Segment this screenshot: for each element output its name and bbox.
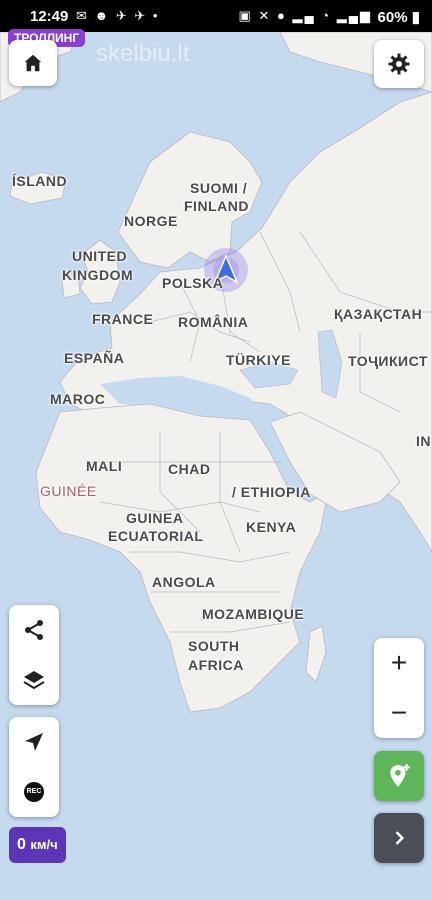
map-label-turkiye: TÜRKIYE [226,352,291,368]
dot-icon: • [152,8,160,23]
gear-icon [388,53,410,75]
map-label-kingdom: KINGDOM [62,267,134,283]
zoom-out-button[interactable]: − [374,688,424,738]
add-location-icon [390,764,410,787]
wifi-icon: ◔ [321,8,332,23]
rec-icon: REC [24,782,44,802]
home-button[interactable] [9,40,57,86]
map-label-finland: FINLAND [184,198,249,214]
map-label-angola: ANGOLA [152,574,216,590]
map-label-africa: AFRICA [188,657,244,673]
zoom-controls: + − [374,638,424,738]
map-label-chad: CHAD [168,461,211,477]
map-label-united: UNITED [72,248,128,264]
navigation-arrow-icon [25,733,43,751]
navigate-button[interactable] [9,717,59,767]
map-label-polska: POLSKA [162,275,224,291]
lock-icon: ▣ [238,8,253,23]
navigation-panel: REC [9,717,59,817]
map-label-maroc: MAROC [50,391,106,407]
map-label-france: FRANCE [92,311,154,327]
map-label-mali: MALI [86,458,123,474]
layers-button[interactable] [9,655,59,705]
map-canvas [0,32,432,900]
map-view[interactable]: skelbiu.lt ÍSLAND SUOMI / FINLAND NORGE … [0,32,432,900]
map-label-romania: ROMÂNIA [178,314,249,330]
battery-level: 60% ▮ [377,9,420,26]
settings-button[interactable] [374,40,424,88]
signal-icon: ▂▄ [292,8,316,23]
speed-unit: км/ч [30,837,58,852]
status-time: 12:49 [30,8,69,25]
system-icons: ▣ ✕ ● ▂▄ ◔ ▂▄▆ [239,8,372,24]
map-label-guinee: GUINÉE [40,483,97,499]
share-layers-panel [9,605,59,705]
map-label-south: SOUTH [188,638,240,654]
map-label-tojikiston: ТОҶИКИСТ [348,353,428,369]
notification-icons: ✉ ☻ ✈ ✈ • [76,8,159,24]
mute-icon: ✕ [258,8,272,23]
map-label-kazakhstan: ҚАЗАҚСТАН [334,306,423,322]
battery-icon: ▮ [411,9,420,26]
map-label-mozambique: MOZAMBIQUE [202,606,305,622]
add-location-button[interactable] [374,751,424,801]
map-label-suomi: SUOMI / [190,180,248,196]
status-bar: 12:49 ✉ ☻ ✈ ✈ • ▣ ✕ ● ▂▄ ◔ ▂▄▆ 60% ▮ [0,0,432,32]
plane-icon: ✈ [115,8,129,23]
map-label-island: ÍSLAND [12,173,68,189]
map-label-norge: NORGE [124,213,178,229]
share-icon [25,620,43,640]
map-label-ecuatorial: ECUATORIAL [108,528,204,544]
speed-value: 0 [17,836,26,853]
expand-button[interactable] [374,813,424,863]
watermark: skelbiu.lt [96,40,190,67]
location-icon: ● [276,8,287,23]
map-label-ethiopia: / ETHIOPIA [232,484,311,500]
map-label-guinea: GUINEA [126,510,184,526]
zoom-in-button[interactable]: + [374,638,424,688]
map-label-in: IN [416,433,431,449]
signal-icon: ▂▄▆ [336,8,372,23]
smile-icon: ☻ [94,8,111,23]
plane-icon: ✈ [134,8,148,23]
share-button[interactable] [9,605,59,655]
record-button[interactable]: REC [9,767,59,817]
chevron-right-icon [395,831,405,845]
mail-icon: ✉ [76,8,89,23]
map-label-espana: ESPAÑA [64,350,125,366]
map-label-kenya: KENYA [246,519,297,535]
home-icon [24,54,42,72]
speed-indicator: 0 км/ч [9,827,66,863]
layers-icon [23,671,45,690]
